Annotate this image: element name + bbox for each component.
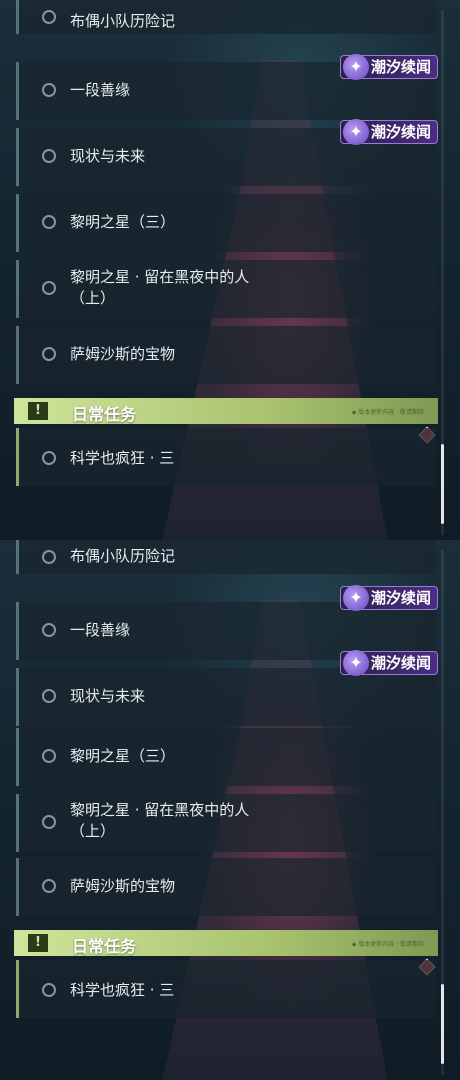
daily-quests-section-header: ! 日常任务 ◆ 版本更新内容 · 敬请期待 bbox=[14, 398, 438, 424]
tide-story-badge: ✦ 潮汐续闻 bbox=[340, 650, 438, 676]
exclamation-icon: ! bbox=[28, 402, 48, 420]
quest-status-circle-icon bbox=[42, 215, 56, 229]
quest-item[interactable]: 黎明之星 · 留在黑夜中的人 （上） bbox=[16, 794, 436, 852]
section-title: 日常任务 bbox=[72, 937, 137, 956]
quest-status-circle-icon bbox=[42, 10, 56, 24]
quest-status-circle-icon bbox=[42, 347, 56, 361]
quest-label-line2: （上） bbox=[70, 822, 116, 840]
badge-label: 潮汐续闻 bbox=[371, 58, 432, 76]
quest-panel-2: 布偶小队历险记 一段善缘 ✦ 潮汐续闻 现状与未来 ✦ 潮汐续闻 黎明之星（三）… bbox=[0, 540, 460, 1080]
quest-label: 科学也疯狂 · 三 bbox=[70, 981, 175, 999]
quest-item[interactable]: 布偶小队历险记 bbox=[16, 540, 436, 574]
quest-status-circle-icon bbox=[42, 83, 56, 97]
quest-label: 萨姆沙斯的宝物 bbox=[70, 877, 176, 895]
quest-status-circle-icon bbox=[42, 983, 56, 997]
quest-label-line2: （上） bbox=[70, 289, 116, 307]
quest-item[interactable]: 黎明之星（三） bbox=[16, 728, 436, 786]
quest-panel-1: 布偶小队历险记 一段善缘 ✦ 潮汐续闻 现状与未来 ✦ 潮汐续闻 黎明之星（三）… bbox=[0, 0, 460, 540]
badge-label: 潮汐续闻 bbox=[371, 123, 432, 141]
quest-status-circle-icon bbox=[42, 149, 56, 163]
quest-item[interactable]: 萨姆沙斯的宝物 bbox=[16, 858, 436, 916]
quest-item[interactable]: 现状与未来 bbox=[16, 668, 436, 726]
quest-label: 现状与未来 bbox=[70, 687, 146, 705]
daily-quest-item[interactable]: 科学也疯狂 · 三 bbox=[16, 428, 436, 486]
quest-label: 一段善缘 bbox=[70, 81, 131, 99]
quest-label: 一段善缘 bbox=[70, 621, 131, 639]
exclamation-icon: ! bbox=[28, 934, 48, 952]
quest-label: 布偶小队历险记 bbox=[70, 547, 176, 565]
quest-item[interactable]: 布偶小队历险记 bbox=[16, 0, 436, 34]
star-moon-logo-icon: ✦ bbox=[343, 650, 369, 676]
quest-status-circle-icon bbox=[42, 879, 56, 893]
daily-quests-section-header: ! 日常任务 ◆ 版本更新内容 · 敬请期待 bbox=[14, 930, 438, 956]
scrollbar-thumb[interactable] bbox=[441, 984, 444, 1064]
quest-label-line1: 黎明之星 · 留在黑夜中的人 bbox=[70, 801, 250, 819]
quest-item[interactable]: 黎明之星 · 留在黑夜中的人 （上） bbox=[16, 260, 436, 318]
quest-status-circle-icon bbox=[42, 815, 56, 829]
badge-label: 潮汐续闻 bbox=[371, 654, 432, 672]
section-stamp: ◆ 版本更新内容 · 敬请期待 bbox=[351, 941, 424, 948]
quest-item[interactable]: 萨姆沙斯的宝物 bbox=[16, 326, 436, 384]
tide-story-badge: ✦ 潮汐续闻 bbox=[340, 585, 438, 611]
quest-item[interactable]: 黎明之星（三） bbox=[16, 194, 436, 252]
badge-label: 潮汐续闻 bbox=[371, 589, 432, 607]
quest-label: 黎明之星（三） bbox=[70, 213, 176, 231]
star-moon-logo-icon: ✦ bbox=[343, 54, 369, 80]
tide-story-badge: ✦ 潮汐续闻 bbox=[340, 119, 438, 145]
quest-label: 布偶小队历险记 bbox=[70, 12, 176, 30]
star-moon-logo-icon: ✦ bbox=[343, 119, 369, 145]
quest-status-circle-icon bbox=[42, 451, 56, 465]
quest-label-line1: 黎明之星 · 留在黑夜中的人 bbox=[70, 268, 250, 286]
quest-label: 现状与未来 bbox=[70, 147, 146, 165]
quest-status-circle-icon bbox=[42, 281, 56, 295]
quest-label: 科学也疯狂 · 三 bbox=[70, 449, 175, 467]
quest-status-circle-icon bbox=[42, 749, 56, 763]
quest-status-circle-icon bbox=[42, 689, 56, 703]
star-moon-logo-icon: ✦ bbox=[343, 585, 369, 611]
scrollbar-thumb[interactable] bbox=[441, 444, 444, 524]
quest-label: 黎明之星（三） bbox=[70, 747, 176, 765]
tide-story-badge: ✦ 潮汐续闻 bbox=[340, 54, 438, 80]
daily-quest-item[interactable]: 科学也疯狂 · 三 bbox=[16, 960, 436, 1018]
section-title: 日常任务 bbox=[72, 405, 137, 424]
section-stamp: ◆ 版本更新内容 · 敬请期待 bbox=[351, 409, 424, 416]
quest-status-circle-icon bbox=[42, 623, 56, 637]
quest-status-circle-icon bbox=[42, 550, 56, 564]
quest-label: 萨姆沙斯的宝物 bbox=[70, 345, 176, 363]
